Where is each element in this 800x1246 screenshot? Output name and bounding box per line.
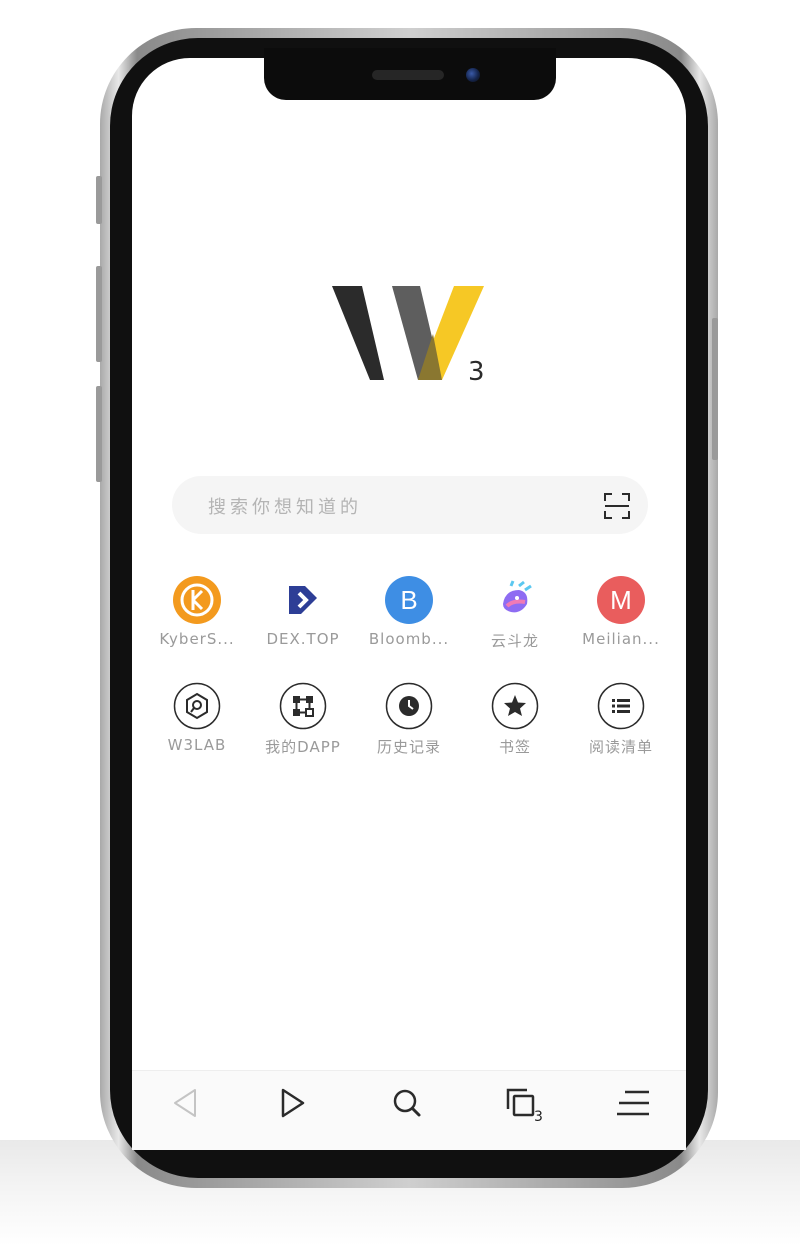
tool-my-dapp[interactable]: 我的DAPP [250, 682, 356, 757]
tool-label: W3LAB [167, 736, 227, 754]
quick-link-label: Bloomb... [368, 630, 450, 648]
tool-label: 历史记录 [376, 738, 441, 756]
tool-w3lab[interactable]: W3LAB [144, 682, 250, 757]
dex-top-logo-icon [279, 576, 327, 624]
tool-bookmarks[interactable]: 书签 [462, 682, 568, 757]
tool-label: 阅读清单 [588, 738, 653, 756]
logo-superscript: 3 [468, 357, 485, 386]
tab-count-badge: 3 [534, 1109, 543, 1125]
reading-list-icon [597, 682, 645, 730]
quick-link-dex-top[interactable]: DEX.TOP [250, 576, 356, 651]
browser-screen: 3 搜索你想知道的 KyberS... DEX.TOP B Bloomb... … [132, 58, 686, 1150]
quick-link-label: DEX.TOP [266, 630, 340, 648]
tools-row: W3LAB 我的DAPP 历史记录 书签 阅读清单 [144, 682, 674, 757]
bloomberg-logo-icon: B [385, 576, 433, 624]
quick-link-label: KyberS... [159, 630, 235, 648]
quick-links-row: KyberS... DEX.TOP B Bloomb... 云斗龙 M Meil… [144, 576, 674, 651]
tool-history[interactable]: 历史记录 [356, 682, 462, 757]
mute-switch [96, 176, 102, 224]
volume-up-button [96, 266, 102, 362]
dapp-icon [279, 682, 327, 730]
tool-label: 我的DAPP [265, 738, 341, 756]
quick-link-kyberswap[interactable]: KyberS... [144, 576, 250, 651]
bottom-toolbar: 3 [132, 1070, 686, 1150]
back-icon [174, 1089, 196, 1117]
quick-link-meilian[interactable]: M Meilian... [568, 576, 674, 651]
scan-icon[interactable] [604, 493, 630, 519]
forward-icon [281, 1088, 305, 1118]
menu-icon [617, 1090, 649, 1116]
quick-link-label: Meilian... [582, 630, 660, 648]
search-icon [393, 1089, 421, 1117]
earpiece-speaker [372, 70, 444, 80]
w3-logo: 3 [332, 286, 485, 386]
w3lab-icon [173, 682, 221, 730]
search-placeholder: 搜索你想知道的 [208, 497, 362, 518]
svg-text:B: B [400, 585, 417, 615]
back-button[interactable] [132, 1071, 238, 1150]
quick-link-label: 云斗龙 [490, 632, 539, 650]
menu-button[interactable] [578, 1071, 684, 1150]
tabs-icon [506, 1088, 535, 1117]
svg-text:M: M [610, 585, 632, 615]
logo-stroke-left [332, 286, 384, 380]
dragon-logo-icon [491, 576, 539, 624]
tool-label: 书签 [498, 738, 531, 756]
power-button [712, 318, 718, 460]
bookmark-star-icon [491, 682, 539, 730]
kyber-logo-icon [173, 576, 221, 624]
search-button[interactable] [354, 1071, 460, 1150]
search-bar[interactable]: 搜索你想知道的 [172, 476, 648, 534]
history-clock-icon [385, 682, 433, 730]
forward-button[interactable] [240, 1071, 346, 1150]
quick-link-bloomberg[interactable]: B Bloomb... [356, 576, 462, 651]
volume-down-button [96, 386, 102, 482]
tool-reading-list[interactable]: 阅读清单 [568, 682, 674, 757]
meilian-logo-icon: M [597, 576, 645, 624]
tabs-button[interactable]: 3 [468, 1071, 574, 1150]
front-camera [466, 68, 480, 82]
quick-link-yundoulong[interactable]: 云斗龙 [462, 576, 568, 651]
